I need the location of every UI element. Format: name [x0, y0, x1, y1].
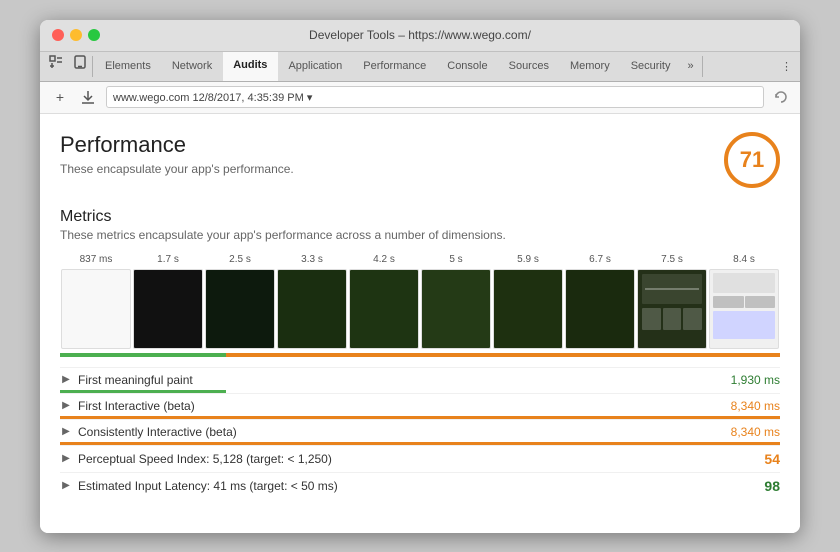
filmstrip-thumb-2 [205, 269, 275, 349]
tab-security[interactable]: Security [621, 52, 682, 81]
filmstrip-item-5: 5 s [420, 254, 492, 349]
metrics-subtitle: These metrics encapsulate your app's per… [60, 228, 780, 242]
more-tabs-button[interactable]: » [681, 52, 699, 81]
filmstrip-thumb-7 [565, 269, 635, 349]
ci-label: Consistently Interactive (beta) [78, 425, 731, 439]
metric-row-eil: ▶ Estimated Input Latency: 41 ms (target… [60, 472, 780, 499]
expand-fmp[interactable]: ▶ [60, 374, 72, 386]
tab-console[interactable]: Console [437, 52, 498, 81]
filmstrip: 837 ms 1.7 s 2.5 s 3.3 s 4.2 s [60, 254, 780, 349]
address-bar: + www.wego.com 12/8/2017, 4:35:39 PM ▾ [40, 82, 800, 114]
close-button[interactable] [52, 29, 64, 41]
tab-bar: Elements Network Audits Application Perf… [40, 52, 800, 82]
devtools-menu[interactable]: ⋮ [773, 52, 800, 81]
tab-memory[interactable]: Memory [560, 52, 621, 81]
filmstrip-item-2: 2.5 s [204, 254, 276, 349]
filmstrip-thumb-3 [277, 269, 347, 349]
filmstrip-item-3: 3.3 s [276, 254, 348, 349]
filmstrip-item-6: 5.9 s [492, 254, 564, 349]
score-circle: 71 [724, 132, 780, 188]
tab-separator [92, 56, 93, 77]
filmstrip-thumb-9 [709, 269, 779, 349]
browser-window: Developer Tools – https://www.wego.com/ … [40, 20, 800, 533]
filmstrip-item-4: 4.2 s [348, 254, 420, 349]
minimize-button[interactable] [70, 29, 82, 41]
timeline-green [60, 353, 226, 357]
tab-performance[interactable]: Performance [353, 52, 437, 81]
filmstrip-item-9: 8.4 s [708, 254, 780, 349]
timeline-orange [226, 353, 780, 357]
maximize-button[interactable] [88, 29, 100, 41]
filmstrip-thumb-0 [61, 269, 131, 349]
metric-row-psi: ▶ Perceptual Speed Index: 5,128 (target:… [60, 445, 780, 472]
expand-ci[interactable]: ▶ [60, 426, 72, 438]
plus-button[interactable]: + [50, 87, 70, 107]
mobile-icon[interactable] [70, 52, 90, 72]
tab-application[interactable]: Application [278, 52, 353, 81]
window-title: Developer Tools – https://www.wego.com/ [309, 28, 531, 42]
filmstrip-thumb-6 [493, 269, 563, 349]
reload-icon[interactable] [772, 88, 790, 106]
metric-rows: ▶ First meaningful paint 1,930 ms ▶ Firs… [60, 367, 780, 499]
eil-label: Estimated Input Latency: 41 ms (target: … [78, 479, 756, 493]
psi-label: Perceptual Speed Index: 5,128 (target: <… [78, 452, 756, 466]
filmstrip-thumb-8 [637, 269, 707, 349]
eil-score: 98 [764, 478, 780, 494]
metric-row-ci: ▶ Consistently Interactive (beta) 8,340 … [60, 419, 780, 445]
tab-network[interactable]: Network [162, 52, 223, 81]
title-bar: Developer Tools – https://www.wego.com/ [40, 20, 800, 52]
page-subtitle: These encapsulate your app's performance… [60, 162, 294, 176]
filmstrip-thumb-5 [421, 269, 491, 349]
tab-audits[interactable]: Audits [223, 52, 278, 81]
expand-psi[interactable]: ▶ [60, 453, 72, 465]
page-title: Performance [60, 132, 294, 158]
tab-separator-2 [702, 56, 703, 77]
performance-title-block: Performance These encapsulate your app's… [60, 132, 294, 176]
metric-row-fi: ▶ First Interactive (beta) 8,340 ms [60, 393, 780, 419]
filmstrip-item-0: 837 ms [60, 254, 132, 349]
fi-label: First Interactive (beta) [78, 399, 731, 413]
performance-header: Performance These encapsulate your app's… [60, 132, 780, 188]
tab-elements[interactable]: Elements [95, 52, 162, 81]
metrics-section: Metrics These metrics encapsulate your a… [60, 208, 780, 499]
address-input[interactable]: www.wego.com 12/8/2017, 4:35:39 PM ▾ [106, 86, 764, 108]
main-content: Performance These encapsulate your app's… [40, 114, 800, 533]
filmstrip-item-8: 7.5 s [636, 254, 708, 349]
fmp-label: First meaningful paint [78, 373, 731, 387]
download-button[interactable] [78, 87, 98, 107]
filmstrip-thumb-4 [349, 269, 419, 349]
metrics-title: Metrics [60, 208, 780, 226]
traffic-lights [52, 29, 100, 41]
psi-score: 54 [764, 451, 780, 467]
timeline-bar [60, 353, 780, 357]
fi-value: 8,340 ms [731, 399, 780, 413]
filmstrip-item-7: 6.7 s [564, 254, 636, 349]
inspect-icon[interactable] [46, 52, 66, 72]
ci-value: 8,340 ms [731, 425, 780, 439]
fmp-value: 1,930 ms [731, 373, 780, 387]
expand-fi[interactable]: ▶ [60, 400, 72, 412]
tab-sources[interactable]: Sources [499, 52, 560, 81]
expand-eil[interactable]: ▶ [60, 480, 72, 492]
metric-row-fmp: ▶ First meaningful paint 1,930 ms [60, 367, 780, 393]
filmstrip-thumb-1 [133, 269, 203, 349]
filmstrip-item-1: 1.7 s [132, 254, 204, 349]
